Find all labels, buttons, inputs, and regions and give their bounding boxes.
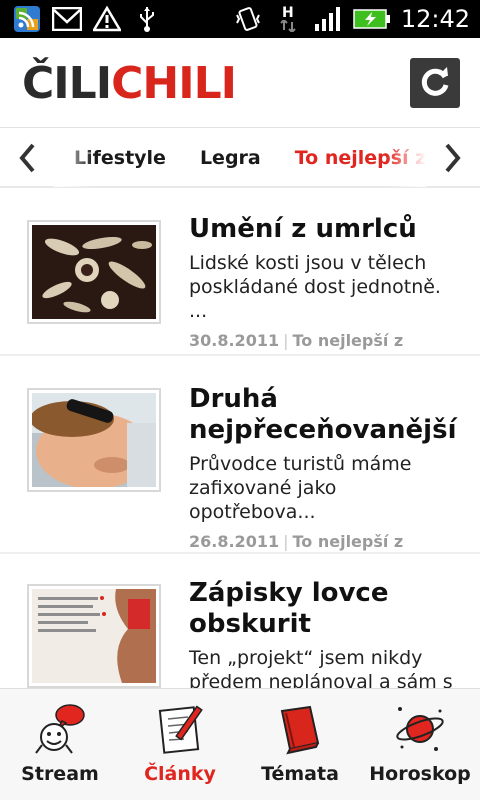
vibrate-icon (233, 4, 263, 34)
article-text: Umění z umrlců Lidské kosti jsou v tělec… (189, 214, 462, 350)
book-icon (270, 701, 330, 757)
article-thumbnail (27, 220, 161, 324)
article-category: To nejlepší z (292, 331, 404, 350)
logo-text-red: CHILI (111, 58, 237, 109)
planet-icon (390, 701, 450, 757)
nav-stream[interactable]: Stream (0, 689, 120, 800)
nav-label: Stream (21, 763, 99, 785)
article-meta: 26.8.2011 | To nejlepší z (189, 532, 404, 551)
rss-icon (12, 4, 42, 34)
article-date: 26.8.2011 (189, 532, 280, 551)
nav-label: Témata (261, 763, 339, 785)
article-date: 30.8.2011 (189, 331, 280, 350)
nav-topics[interactable]: Témata (240, 689, 360, 800)
article-title: Umění z umrlců (189, 214, 417, 244)
article-description: Průvodce turistů máme zafixované jako op… (189, 453, 412, 523)
article-thumbnail (27, 388, 161, 492)
chevron-right-icon (445, 143, 461, 173)
stream-icon (30, 701, 90, 757)
category-tab-to-nejlepsi-z[interactable]: To nejlepší z (295, 147, 426, 169)
article-text: Druhá nejpřeceňovanější Průvodce turistů… (189, 384, 462, 551)
signal-icon (313, 4, 343, 34)
article-description: Ten „projekt“ jsem nikdy předem neplánov… (189, 647, 453, 688)
articles-icon (150, 701, 210, 757)
refresh-icon (417, 63, 453, 103)
network-h-icon: H (273, 4, 303, 34)
app-header: ČILICHILI (0, 38, 480, 128)
article-item[interactable]: Druhá nejpřeceňovanější Průvodce turistů… (0, 356, 480, 554)
article-item[interactable]: Umění z umrlců Lidské kosti jsou v tělec… (0, 190, 480, 356)
status-time: 12:42 (400, 5, 470, 33)
refresh-button[interactable] (410, 58, 460, 108)
bottom-nav: Stream Články Témata Horoskop (0, 688, 480, 800)
article-title: Zápisky lovce obskurit (189, 578, 389, 639)
article-thumbnail (27, 584, 161, 688)
category-bar: Lifestyle Legra To nejlepší z (0, 129, 480, 188)
nav-horoscope[interactable]: Horoskop (360, 689, 480, 800)
usb-icon (132, 4, 162, 34)
logo-text-dark: ČILI (22, 58, 112, 109)
nav-articles[interactable]: Články (120, 689, 240, 800)
category-prev-button[interactable] (0, 129, 54, 187)
warning-icon (92, 4, 122, 34)
article-title: Druhá nejpřeceňovanější (189, 384, 457, 445)
category-tab-lifestyle[interactable]: Lifestyle (74, 147, 166, 169)
category-list: Lifestyle Legra To nejlepší z (54, 129, 426, 187)
article-text: Zápisky lovce obskurit Ten „projekt“ jse… (189, 578, 462, 688)
battery-charging-icon (353, 4, 391, 34)
chevron-left-icon (19, 143, 35, 173)
article-category: To nejlepší z (292, 532, 404, 551)
app-logo: ČILICHILI (22, 56, 237, 112)
article-item[interactable]: Zápisky lovce obskurit Ten „projekt“ jse… (0, 554, 480, 688)
article-meta: 30.8.2011 | To nejlepší z (189, 331, 404, 350)
category-tab-legra[interactable]: Legra (200, 147, 261, 169)
gmail-icon (52, 4, 82, 34)
status-bar: H 12:42 (0, 0, 480, 38)
article-list: Umění z umrlců Lidské kosti jsou v tělec… (0, 190, 480, 688)
article-description: Lidské kosti jsou v tělech poskládané do… (189, 252, 441, 322)
nav-label: Články (144, 763, 216, 785)
nav-label: Horoskop (369, 763, 471, 785)
category-next-button[interactable] (426, 129, 480, 187)
